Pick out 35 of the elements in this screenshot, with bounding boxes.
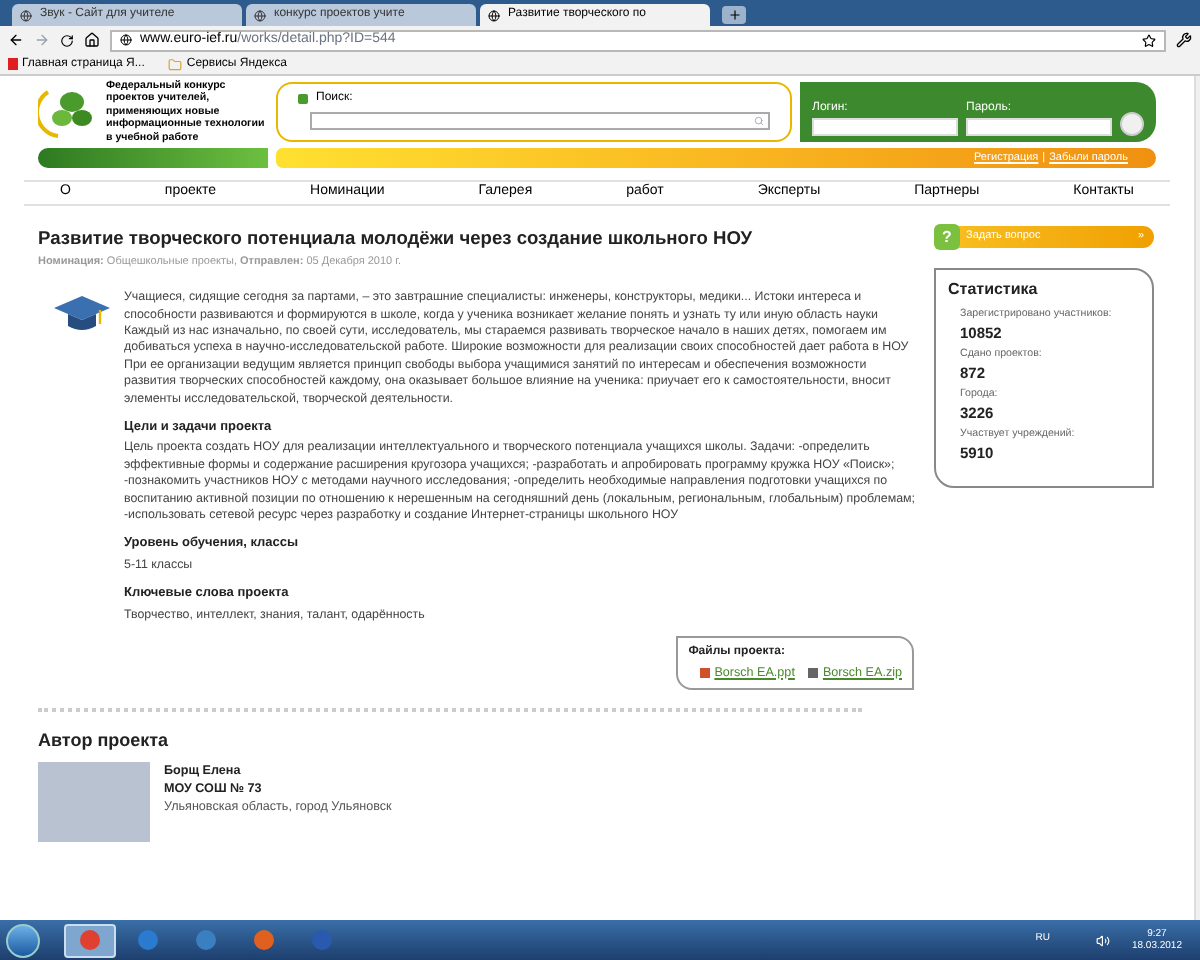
app-icon	[80, 930, 100, 950]
file-icon	[700, 668, 711, 679]
photo-placeholder	[38, 762, 150, 843]
page-icon	[488, 9, 500, 21]
statistics-title: Статистика	[948, 278, 1040, 302]
search-icon	[754, 116, 764, 126]
page-icon	[120, 34, 132, 46]
app-icon	[196, 930, 216, 950]
author-heading: Автор проекта	[38, 727, 171, 754]
login-field[interactable]	[812, 118, 958, 136]
page-icon	[8, 58, 18, 70]
settings-icon[interactable]	[1176, 32, 1192, 48]
home-icon[interactable]	[84, 32, 100, 48]
taskbar-app-button[interactable]	[64, 923, 116, 957]
login-button[interactable]	[1120, 112, 1144, 136]
password-field[interactable]	[966, 118, 1112, 136]
start-button[interactable]	[6, 923, 40, 957]
bookmark-star-icon[interactable]	[1142, 33, 1156, 47]
bullet-icon	[298, 94, 308, 104]
new-tab-button[interactable]	[722, 6, 746, 24]
page-icon	[254, 9, 266, 21]
question-icon: ?	[934, 224, 960, 250]
forward-icon[interactable]	[34, 32, 50, 48]
app-icon	[138, 930, 158, 950]
app-icon	[254, 930, 274, 950]
folder-icon	[168, 57, 183, 71]
back-icon[interactable]	[8, 32, 24, 48]
file-icon	[808, 668, 819, 679]
article-title: Развитие творческого потенциала молодёжи через создание школьного НОУ	[38, 226, 754, 252]
plus-icon	[727, 8, 741, 22]
search-field[interactable]	[310, 112, 770, 130]
reload-icon[interactable]	[60, 33, 74, 47]
app-icon	[312, 930, 332, 950]
page-icon	[20, 9, 32, 21]
volume-icon[interactable]	[1095, 933, 1110, 947]
